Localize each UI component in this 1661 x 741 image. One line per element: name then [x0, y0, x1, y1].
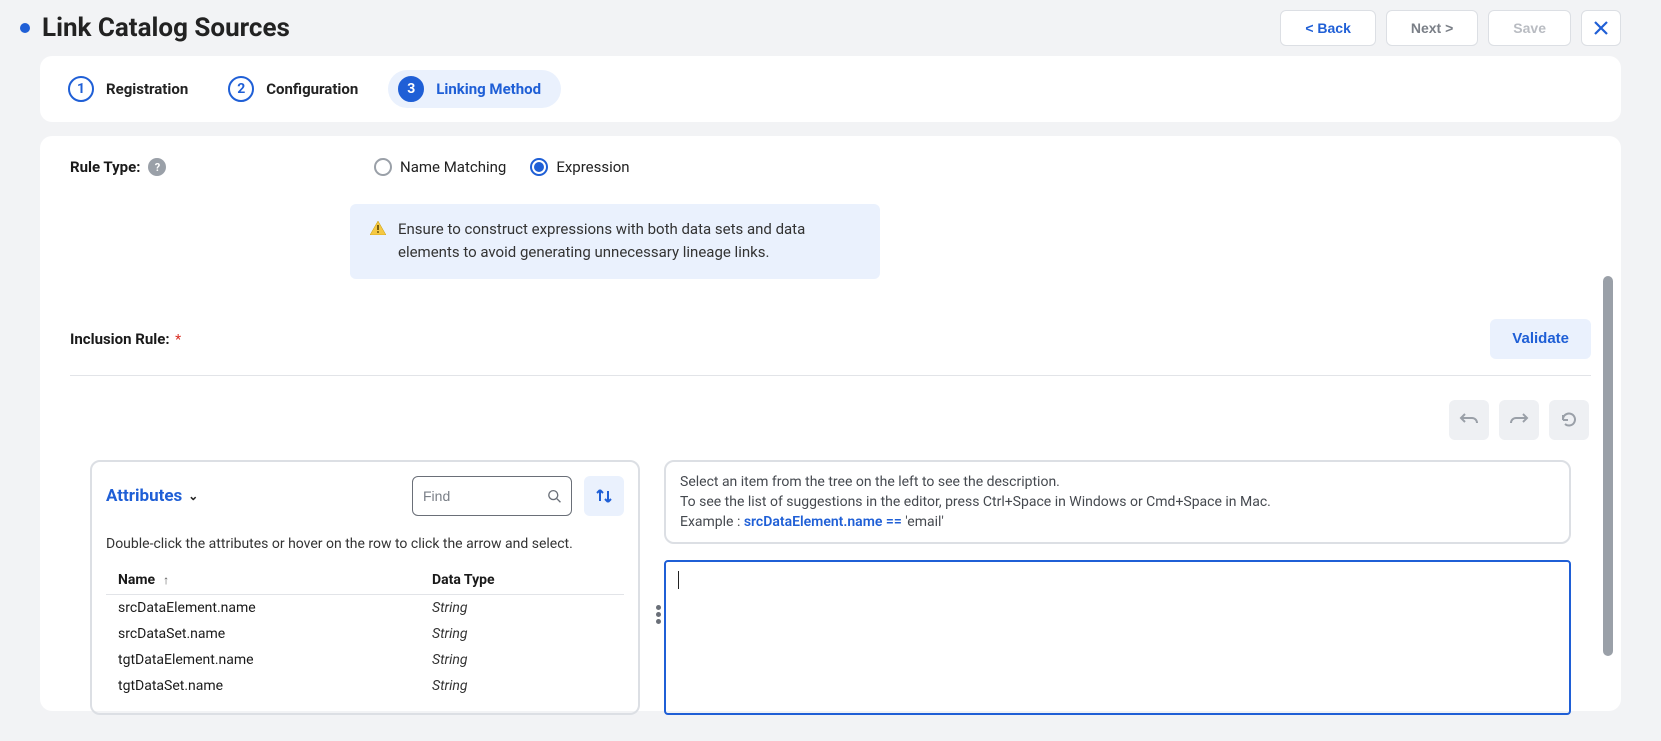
cell-type: String — [432, 652, 612, 668]
find-input[interactable] — [423, 488, 547, 504]
radio-label: Name Matching — [400, 158, 506, 176]
step-label: Configuration — [266, 80, 358, 98]
description-panel: Select an item from the tree on the left… — [664, 460, 1571, 545]
undo-icon — [1459, 410, 1479, 430]
cell-type: String — [432, 626, 612, 642]
step-label: Registration — [106, 80, 188, 98]
chevron-down-icon: ⌄ — [188, 489, 198, 503]
editor-right-column: Select an item from the tree on the left… — [664, 460, 1571, 715]
attributes-header: Attributes ⌄ — [106, 476, 624, 516]
validate-button[interactable]: Validate — [1490, 319, 1591, 359]
table-row[interactable]: tgtDataSet.name String — [106, 673, 624, 699]
step-linking-method[interactable]: 3 Linking Method — [388, 70, 561, 108]
cell-type: String — [432, 600, 612, 616]
column-name-header[interactable]: Name ↑ — [118, 572, 432, 588]
radio-expression[interactable]: Expression — [530, 158, 629, 176]
description-line2: To see the list of suggestions in the ed… — [680, 492, 1555, 512]
find-input-wrap[interactable] — [412, 476, 572, 516]
dot-icon — [656, 619, 661, 624]
table-row[interactable]: srcDataSet.name String — [106, 621, 624, 647]
cell-type: String — [432, 678, 612, 694]
step-registration[interactable]: 1 Registration — [68, 76, 188, 102]
description-example: Example : srcDataElement.name == 'email' — [680, 512, 1555, 532]
attributes-panel: Attributes ⌄ Double-click the attributes… — [90, 460, 640, 715]
attributes-table: Name ↑ Data Type srcDataElement.name Str… — [106, 566, 624, 699]
inclusion-label-wrap: Inclusion Rule: * — [70, 330, 181, 348]
step-configuration[interactable]: 2 Configuration — [228, 76, 358, 102]
rule-type-label: Rule Type: — [70, 158, 140, 176]
attributes-header-actions — [412, 476, 624, 516]
rule-type-row: Rule Type: ? Name Matching Expression — [70, 158, 1591, 176]
back-button[interactable]: < Back — [1280, 10, 1376, 46]
save-button[interactable]: Save — [1488, 10, 1571, 46]
title-wrap: Link Catalog Sources — [20, 13, 290, 43]
redo-icon — [1509, 410, 1529, 430]
cell-name: tgtDataSet.name — [118, 678, 432, 694]
col-name-label: Name — [118, 572, 155, 588]
step-number-icon: 3 — [398, 76, 424, 102]
example-expression: srcDataElement.name == — [744, 514, 905, 530]
step-number-icon: 1 — [68, 76, 94, 102]
main-card: Rule Type: ? Name Matching Expression En… — [40, 136, 1621, 711]
attributes-dropdown[interactable]: Attributes ⌄ — [106, 486, 198, 506]
radio-label: Expression — [556, 158, 629, 176]
info-banner: Ensure to construct expressions with bot… — [350, 204, 880, 279]
page-title: Link Catalog Sources — [42, 13, 290, 43]
redo-button[interactable] — [1499, 400, 1539, 440]
banner-text: Ensure to construct expressions with bot… — [398, 218, 860, 265]
description-line1: Select an item from the tree on the left… — [680, 472, 1555, 492]
dot-icon — [656, 605, 661, 610]
step-label: Linking Method — [436, 80, 541, 98]
radio-name-matching[interactable]: Name Matching — [374, 158, 506, 176]
inclusion-rule-row: Inclusion Rule: * Validate — [70, 319, 1591, 376]
sort-button[interactable] — [584, 476, 624, 516]
steps-card: 1 Registration 2 Configuration 3 Linking… — [40, 56, 1621, 122]
required-star-icon: * — [175, 332, 181, 348]
attributes-title: Attributes — [106, 486, 182, 506]
close-icon — [1593, 20, 1609, 36]
close-button[interactable] — [1581, 10, 1621, 46]
header-actions: < Back Next > Save — [1280, 10, 1621, 46]
example-label: Example : — [680, 514, 744, 530]
table-header: Name ↑ Data Type — [106, 566, 624, 595]
table-row[interactable]: tgtDataElement.name String — [106, 647, 624, 673]
editor-zone: Attributes ⌄ Double-click the attributes… — [70, 460, 1591, 715]
expression-editor[interactable] — [664, 560, 1571, 714]
rule-type-label-wrap: Rule Type: ? — [70, 158, 350, 176]
dot-icon — [656, 612, 661, 617]
attributes-help-text: Double-click the attributes or hover on … — [106, 536, 624, 552]
reset-icon — [1559, 410, 1579, 430]
sort-icon — [595, 487, 613, 505]
radio-icon — [530, 158, 548, 176]
scrollbar[interactable] — [1603, 276, 1613, 656]
header-bar: Link Catalog Sources < Back Next > Save — [0, 0, 1661, 56]
title-dot-icon — [20, 23, 30, 33]
radio-icon — [374, 158, 392, 176]
caret-icon — [678, 571, 679, 589]
help-icon[interactable]: ? — [148, 158, 166, 176]
table-row[interactable]: srcDataElement.name String — [106, 595, 624, 621]
undo-button[interactable] — [1449, 400, 1489, 440]
example-tail: 'email' — [905, 514, 944, 530]
editor-toolbar — [70, 400, 1591, 440]
cell-name: srcDataSet.name — [118, 626, 432, 642]
search-icon — [547, 488, 561, 504]
sort-asc-icon: ↑ — [163, 573, 169, 587]
reset-button[interactable] — [1549, 400, 1589, 440]
column-type-header[interactable]: Data Type — [432, 572, 612, 588]
resize-handle[interactable] — [656, 605, 661, 624]
warning-icon — [370, 221, 386, 235]
cell-name: tgtDataElement.name — [118, 652, 432, 668]
cell-name: srcDataElement.name — [118, 600, 432, 616]
step-number-icon: 2 — [228, 76, 254, 102]
inclusion-label: Inclusion Rule: — [70, 330, 170, 348]
next-button[interactable]: Next > — [1386, 10, 1478, 46]
